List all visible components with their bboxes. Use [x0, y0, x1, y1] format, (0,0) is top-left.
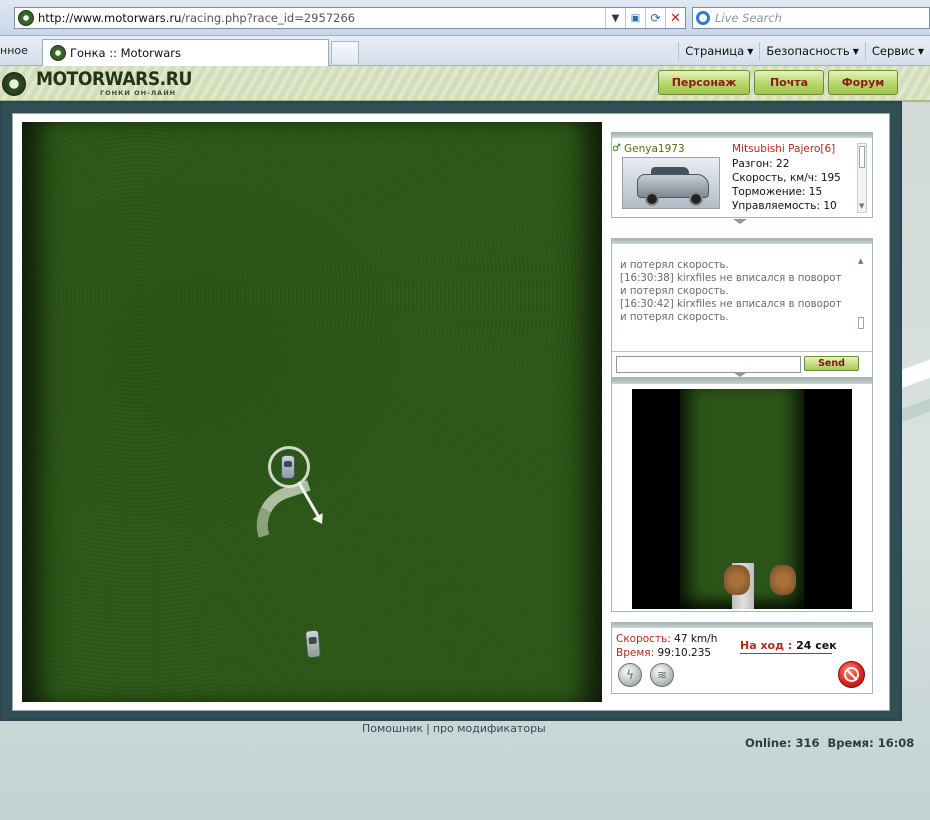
brake-button[interactable]: ≋ [650, 663, 674, 687]
helper-link[interactable]: Помошник [362, 722, 423, 735]
online-status: Online: 316 Время: 16:08 [745, 736, 915, 750]
scroll-down-icon[interactable]: ▼ [859, 202, 864, 210]
racer-name[interactable]: Genya1973 [624, 143, 685, 155]
chat-scrollbar[interactable]: ▲ [857, 257, 867, 335]
race-track[interactable] [22, 122, 602, 702]
speed-readout: Скорость: 47 km/h [616, 633, 718, 645]
refresh-icon[interactable]: ⟳ [645, 8, 665, 28]
live-search-placeholder: Live Search [715, 11, 782, 25]
stat-top-speed: Скорость, км/ч: 195 [732, 172, 841, 184]
nav-character-button[interactable]: Персонаж [658, 70, 750, 95]
tab-favicon-icon [50, 45, 66, 61]
signal-waves-icon: ≋ [656, 668, 668, 682]
panel-header-bar [612, 239, 872, 244]
background-map-decoration [902, 330, 930, 450]
compatibility-icon[interactable]: ▣ [625, 8, 645, 28]
menu-tools[interactable]: Сервис ▼ [864, 42, 930, 60]
nav-forum-button[interactable]: Форум [828, 70, 898, 95]
server-time: 16:08 [877, 736, 915, 750]
chat-message: и потерял скорость. [620, 286, 729, 297]
site-tagline: ГОНКИ ОН-ЛАЙН [100, 89, 177, 97]
time-readout: Время: 99:10.235 [616, 647, 712, 659]
tab-title: Гонка :: Motorwars [70, 46, 182, 60]
minimap-dirt-patch [770, 565, 796, 595]
main-nav: Персонаж Почта Форум [658, 70, 898, 95]
scroll-up-icon[interactable]: ▲ [858, 257, 863, 265]
command-menus: Страница ▼ Безопасность ▼ Сервис ▼ [678, 42, 930, 60]
online-count: 316 [795, 736, 820, 750]
logo-emblem-icon [2, 72, 26, 96]
url-dropdown-icon[interactable]: ▼ [605, 8, 625, 28]
game-frame: ♂ Genya1973 Mitsubishi Pajero[6] Разгон:… [0, 101, 902, 721]
panel-header-bar [612, 623, 872, 628]
stat-braking: Торможение: 15 [732, 186, 823, 198]
stat-handling: Управляемость: 10 [732, 200, 837, 212]
modifiers-link[interactable]: про модификаторы [433, 722, 546, 735]
stat-acceleration: Разгон: 22 [732, 158, 790, 170]
site-favicon-icon [18, 10, 34, 26]
tab-motorwars[interactable]: Гонка :: Motorwars [42, 39, 329, 66]
chat-message: и потерял скорость. [620, 260, 729, 271]
url-field[interactable]: http://www.motorwars.ru/racing.php?race_… [14, 7, 686, 29]
turn-timer: На ход : 24 сек [740, 639, 837, 652]
live-search-field[interactable]: Live Search [692, 7, 930, 29]
scroll-thumb[interactable] [859, 146, 865, 168]
nav-mail-button[interactable]: Почта [754, 70, 824, 95]
info-scrollbar[interactable]: ▼ [857, 143, 867, 213]
chat-input[interactable] [616, 356, 801, 373]
car-model: Mitsubishi Pajero[6] [732, 143, 836, 155]
panel-header-bar [612, 379, 872, 384]
chat-log: и потерял скорость. [16:30:38] kirxfiles… [620, 259, 848, 343]
surrender-button[interactable] [838, 661, 865, 688]
chat-message: [16:30:38] kirxfiles не вписался в повор… [620, 273, 842, 284]
chat-panel: и потерял скорость. [16:30:38] kirxfiles… [611, 238, 873, 378]
live-search-icon [696, 11, 710, 25]
footer-links: Помошник | про модификаторы [362, 722, 546, 735]
car-wheel [645, 192, 659, 206]
site-logo[interactable]: MOTORWARS.RU [36, 68, 192, 90]
car-photo [622, 157, 720, 209]
url-text[interactable]: http://www.motorwars.ru/racing.php?race_… [38, 11, 605, 25]
rival-car [304, 629, 322, 659]
turn-timer-underline [740, 653, 832, 654]
site-header: MOTORWARS.RU ГОНКИ ОН-ЛАЙН Персонаж Почт… [0, 66, 930, 102]
tab-stub-label[interactable]: нное [0, 44, 28, 57]
minimap-dirt-patch [724, 565, 750, 595]
player-car[interactable] [281, 455, 295, 479]
stop-icon[interactable]: ✕ [665, 8, 685, 28]
send-button[interactable]: Send [804, 356, 859, 371]
nitro-button[interactable]: ϟ [618, 663, 642, 687]
collapse-arrow-icon[interactable] [733, 372, 747, 377]
menu-page[interactable]: Страница ▼ [678, 42, 759, 60]
tab-bar: нное Гонка :: Motorwars Страница ▼ Безопа… [0, 36, 930, 66]
chevron-down-icon: ▼ [747, 46, 754, 56]
new-tab-button[interactable] [331, 41, 359, 64]
chevron-down-icon: ▼ [852, 46, 859, 56]
link-separator: | [426, 722, 430, 735]
lightning-icon: ϟ [626, 668, 634, 682]
minimap-panel [611, 378, 873, 612]
male-gender-icon: ♂ [612, 143, 621, 154]
minimap[interactable] [632, 389, 852, 609]
no-entry-icon [844, 667, 859, 682]
panel-header-bar [612, 133, 872, 138]
chat-message: и потерял скорость. [620, 312, 729, 323]
car-wheel [689, 192, 703, 206]
address-bar: http://www.motorwars.ru/racing.php?race_… [0, 0, 930, 36]
collapse-arrow-icon[interactable] [733, 219, 747, 224]
chat-message: [16:30:42] kirxfiles не вписался в повор… [620, 299, 842, 310]
race-status-panel: Скорость: 47 km/h Время: 99:10.235 На хо… [611, 622, 873, 694]
menu-security[interactable]: Безопасность ▼ [759, 42, 865, 60]
game-area: ♂ Genya1973 Mitsubishi Pajero[6] Разгон:… [12, 113, 890, 711]
scroll-thumb[interactable] [858, 317, 864, 329]
racer-info-panel: ♂ Genya1973 Mitsubishi Pajero[6] Разгон:… [611, 132, 873, 218]
speed-range-arc[interactable] [246, 480, 320, 538]
chevron-down-icon: ▼ [917, 46, 924, 56]
